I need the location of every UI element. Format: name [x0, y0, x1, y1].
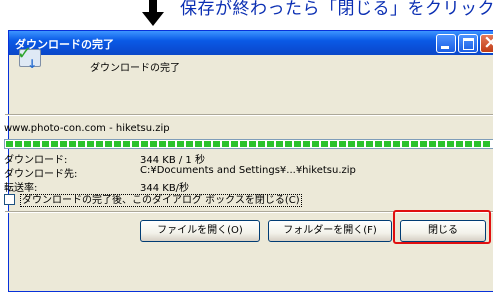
close-window-button[interactable]	[480, 31, 493, 53]
close-button-highlight	[393, 210, 491, 244]
destination-label: ダウンロード先:	[4, 169, 78, 180]
transfer-rate-value: 344 KB/秒	[140, 183, 190, 194]
downloaded-value: 344 KB / 1 秒	[140, 155, 205, 166]
open-file-button[interactable]: ファイルを開く(O)	[140, 220, 260, 242]
download-complete-dialog: ダウンロードの完了	[8, 30, 493, 292]
progress-fill	[6, 141, 492, 147]
minimize-button[interactable]	[436, 34, 456, 53]
maximize-button[interactable]	[458, 34, 478, 53]
download-progress-bar	[4, 139, 493, 149]
down-arrow-icon	[142, 0, 164, 27]
close-on-complete-label[interactable]: ダウンロードの完了後、このダイアログ ボックスを閉じる(C)	[20, 194, 302, 207]
download-url: www.photo-con.com - hiketsu.zip	[4, 123, 170, 134]
header-label: ダウンロードの完了	[90, 63, 180, 74]
instruction-banner: 保存が終わったら「閉じる」をクリック	[0, 0, 493, 30]
download-complete-icon: ✓ ↓	[17, 43, 43, 71]
destination-value: C:¥Documents and Settings¥...¥hiketsu.zi…	[140, 165, 356, 176]
divider	[5, 114, 493, 116]
instruction-text: 保存が終わったら「閉じる」をクリック	[180, 0, 493, 19]
open-folder-button[interactable]: フォルダーを開く(F)	[268, 220, 392, 242]
title-bar[interactable]: ダウンロードの完了	[9, 31, 493, 55]
close-on-complete-checkbox[interactable]	[4, 194, 15, 205]
downloaded-label: ダウンロード:	[4, 155, 68, 166]
transfer-rate-label: 転送率:	[4, 183, 38, 194]
